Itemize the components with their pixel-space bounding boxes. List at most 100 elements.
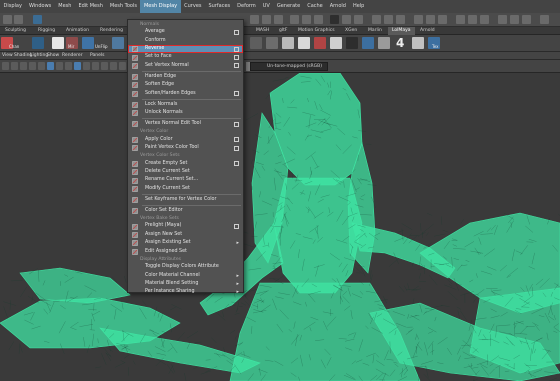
tool-button[interactable] — [522, 15, 531, 24]
viewport[interactable] — [0, 73, 560, 381]
shelf-button[interactable] — [266, 37, 278, 49]
view-icon[interactable] — [38, 62, 45, 70]
texture-icon[interactable] — [112, 37, 124, 49]
view-icon[interactable] — [20, 62, 27, 70]
menu-item-harden-edge[interactable]: Harden Edge — [128, 73, 243, 81]
menu-help[interactable]: Help — [349, 0, 367, 13]
menu-item-assign-existing-set[interactable]: Assign Existing Set ▸ — [128, 239, 243, 247]
option-box-icon[interactable] — [234, 161, 239, 167]
tool-button[interactable] — [468, 15, 477, 24]
select-camera-icon[interactable] — [2, 62, 9, 70]
shelf-tab-marlin[interactable]: Marlin — [368, 27, 382, 35]
shelf-button[interactable] — [250, 37, 262, 49]
menu-item-vertex-normal-edit-tool[interactable]: Vertex Normal Edit Tool — [128, 120, 243, 128]
view-icon[interactable] — [56, 62, 63, 70]
tool-button[interactable] — [414, 15, 423, 24]
shelf-button[interactable] — [282, 37, 294, 49]
menu-surfaces[interactable]: Surfaces — [205, 0, 234, 13]
option-box-icon[interactable] — [234, 29, 239, 35]
menu-item-soften-edge[interactable]: Soften Edge — [128, 81, 243, 89]
shelf-tab-lolmaya[interactable]: LolMaya — [388, 27, 415, 35]
shelf-number-icon[interactable]: 4 — [396, 36, 404, 50]
view-icon[interactable] — [83, 62, 90, 70]
option-box-icon[interactable] — [234, 46, 239, 52]
menu-item-apply-color[interactable]: Apply Color — [128, 136, 243, 144]
panel-menu-view[interactable]: View — [2, 52, 13, 60]
view-icon[interactable] — [92, 62, 99, 70]
menu-item-lock-normals[interactable]: Lock Normals — [128, 101, 243, 109]
option-box-icon[interactable] — [234, 145, 239, 151]
shelf-button[interactable] — [314, 37, 326, 49]
panel-menu-panels[interactable]: Panels — [90, 52, 104, 60]
shelf-button[interactable] — [32, 37, 44, 49]
tool-button[interactable] — [540, 15, 549, 24]
menu-item-rename-current-set[interactable]: Rename Current Set... — [128, 176, 243, 184]
view-icon[interactable] — [101, 62, 108, 70]
tool-button[interactable] — [480, 15, 489, 24]
panel-menu-renderer[interactable]: Renderer — [62, 52, 83, 60]
menu-edit-mesh[interactable]: Edit Mesh — [75, 0, 106, 13]
tool-button[interactable] — [384, 15, 393, 24]
panel-menu-show[interactable]: Show — [47, 52, 59, 60]
shelf-button[interactable] — [378, 37, 390, 49]
tool-button[interactable] — [438, 15, 447, 24]
shelf-button[interactable] — [346, 37, 358, 49]
menu-item-soften-harden-edges[interactable]: Soften/Harden Edges — [128, 90, 243, 98]
option-box-icon[interactable] — [234, 91, 239, 97]
menu-item-conform[interactable]: Conform — [128, 37, 243, 45]
menu-item-average[interactable]: Average — [128, 28, 243, 36]
option-box-icon[interactable] — [234, 63, 239, 69]
shelf-tab-motion-graphics[interactable]: Motion Graphics — [298, 27, 335, 35]
menu-mesh-tools[interactable]: Mesh Tools — [106, 0, 140, 13]
menu-item-set-keyframe-for-vertex-color[interactable]: Set Keyframe for Vertex Color — [128, 196, 243, 204]
shelf-tab-animation[interactable]: Animation — [66, 27, 89, 35]
menu-item-assign-new-set[interactable]: Assign New Set — [128, 231, 243, 239]
tool-button[interactable] — [426, 15, 435, 24]
menu-item-create-empty-set[interactable]: Create Empty Set — [128, 160, 243, 168]
menu-curves[interactable]: Curves — [181, 0, 205, 13]
menu-generate[interactable]: Generate — [273, 0, 303, 13]
shelf-tab-rendering[interactable]: Rendering — [100, 27, 123, 35]
tool-button[interactable] — [3, 15, 12, 24]
option-box-icon[interactable] — [234, 121, 239, 127]
menu-arnold[interactable]: Arnold — [326, 0, 349, 13]
menu-cache[interactable]: Cache — [304, 0, 327, 13]
tool-button[interactable] — [396, 15, 405, 24]
view-icon[interactable] — [29, 62, 36, 70]
tool-button[interactable] — [354, 15, 363, 24]
option-box-icon[interactable] — [234, 223, 239, 229]
menu-item-unlock-normals[interactable]: Unlock Normals — [128, 109, 243, 117]
menu-item-toggle-display-colors-attribute[interactable]: Toggle Display Colors Attribute — [128, 263, 243, 271]
shelf-tab-xgen[interactable]: XGen — [345, 27, 357, 35]
tool-button[interactable] — [262, 15, 271, 24]
shelf-button[interactable] — [362, 37, 374, 49]
menu-deform[interactable]: Deform — [234, 0, 260, 13]
tool-button[interactable] — [456, 15, 465, 24]
shelf-button[interactable] — [330, 37, 342, 49]
shelf-button[interactable] — [412, 37, 424, 49]
tool-button[interactable] — [510, 15, 519, 24]
tool-button[interactable] — [302, 15, 311, 24]
menu-item-color-material-channel[interactable]: Color Material Channel ▸ — [128, 272, 243, 280]
grid-icon[interactable] — [47, 62, 54, 70]
shelf-tab-mash[interactable]: MASH — [256, 27, 269, 35]
tool-button[interactable] — [342, 15, 351, 24]
shelf-tab-gltf[interactable]: gltF — [279, 27, 287, 35]
menu-uv[interactable]: UV — [259, 0, 273, 13]
t-icon[interactable] — [52, 37, 64, 49]
panel-menu-lighting[interactable]: Lighting — [30, 52, 48, 60]
menu-item-material-blend-setting[interactable]: Material Blend Setting ▸ — [128, 280, 243, 288]
shelf-button[interactable] — [298, 37, 310, 49]
tool-button[interactable] — [372, 15, 381, 24]
view-icon[interactable] — [11, 62, 18, 70]
tool-button[interactable] — [274, 15, 283, 24]
menu-windows[interactable]: Windows — [25, 0, 54, 13]
menu-item-set-to-face[interactable]: Set to Face — [128, 53, 243, 61]
menu-item-paint-vertex-color-tool[interactable]: Paint Vertex Color Tool — [128, 144, 243, 152]
tool-button[interactable] — [14, 15, 23, 24]
unflip-icon[interactable] — [82, 37, 94, 49]
tool-button[interactable] — [290, 15, 299, 24]
snap-button[interactable] — [33, 15, 42, 24]
menu-item-per-instance-sharing[interactable]: Per Instance Sharing ▸ — [128, 288, 243, 296]
tool-button[interactable] — [250, 15, 259, 24]
